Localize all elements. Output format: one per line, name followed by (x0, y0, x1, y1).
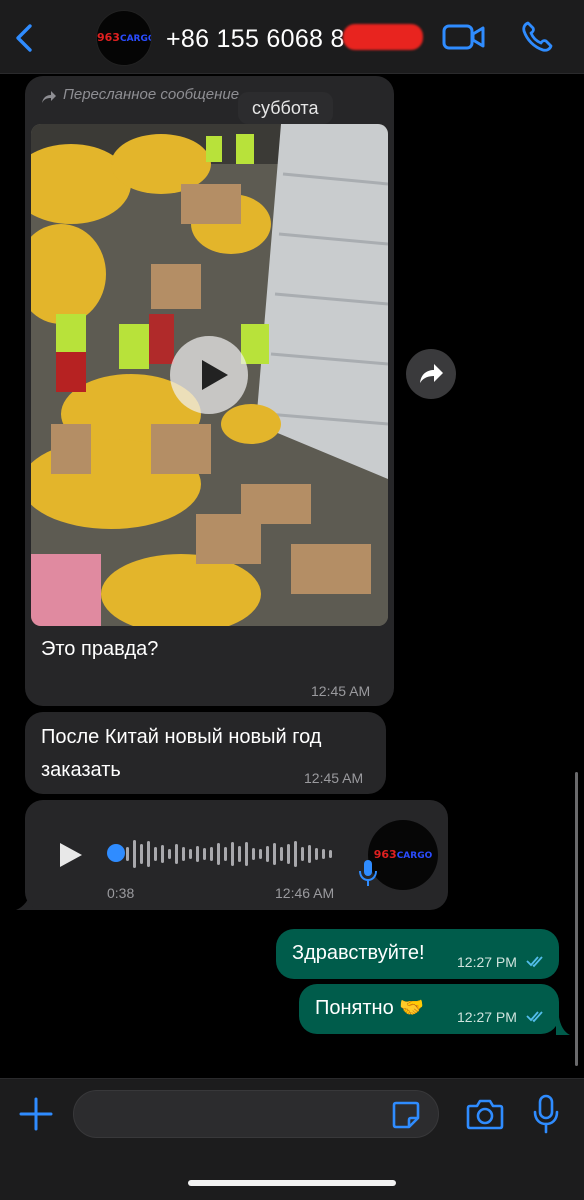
camera-icon[interactable] (466, 1097, 504, 1131)
sticker-icon[interactable] (390, 1099, 422, 1131)
message-time: 12:45 AM (304, 770, 364, 786)
message-time: 12:27 PM (457, 1009, 517, 1025)
voice-duration: 0:38 (107, 885, 135, 901)
video-call-icon[interactable] (442, 20, 486, 54)
message-text: После Китай новый новый год заказать (41, 726, 322, 781)
message-text: Здравствуйте! (292, 942, 425, 964)
video-thumbnail[interactable] (31, 124, 388, 626)
video-play-button[interactable] (170, 336, 248, 414)
avatar-logo: 963CARGO (97, 31, 152, 44)
avatar-logo: 963CARGO (373, 848, 433, 861)
video-caption: Это правда? (41, 638, 159, 660)
forwarded-label: Пересланное сообщение (63, 86, 240, 103)
message-input[interactable] (73, 1090, 439, 1138)
phone-call-icon[interactable] (519, 19, 555, 55)
message-time: 12:46 AM (275, 885, 335, 901)
scrollbar[interactable] (575, 772, 578, 1066)
home-indicator (188, 1180, 396, 1186)
share-arrow-icon (420, 364, 443, 383)
redaction-mark (343, 24, 423, 50)
microphone-icon[interactable] (532, 1094, 560, 1134)
message-time: 12:27 PM (457, 954, 517, 970)
message-time: 12:45 AM (311, 683, 371, 699)
read-ticks-icon (526, 956, 543, 968)
voice-waveform[interactable] (126, 838, 336, 870)
contact-avatar[interactable]: 963CARGO (96, 10, 152, 66)
date-divider: суббота (238, 92, 333, 124)
back-chevron-icon[interactable] (10, 20, 40, 56)
read-ticks-icon (526, 1011, 543, 1023)
plus-icon[interactable] (18, 1096, 54, 1132)
contact-phone-number[interactable]: +86 155 6068 8 (166, 25, 345, 54)
message-text: Понятно 🤝 (315, 997, 425, 1019)
voice-play-icon[interactable] (57, 840, 85, 870)
forward-arrow-icon (42, 91, 56, 103)
forward-share-button[interactable] (406, 349, 456, 399)
voice-sender-avatar: 963CARGO (368, 820, 438, 890)
microphone-icon (359, 860, 377, 886)
voice-progress-knob[interactable] (107, 844, 125, 862)
